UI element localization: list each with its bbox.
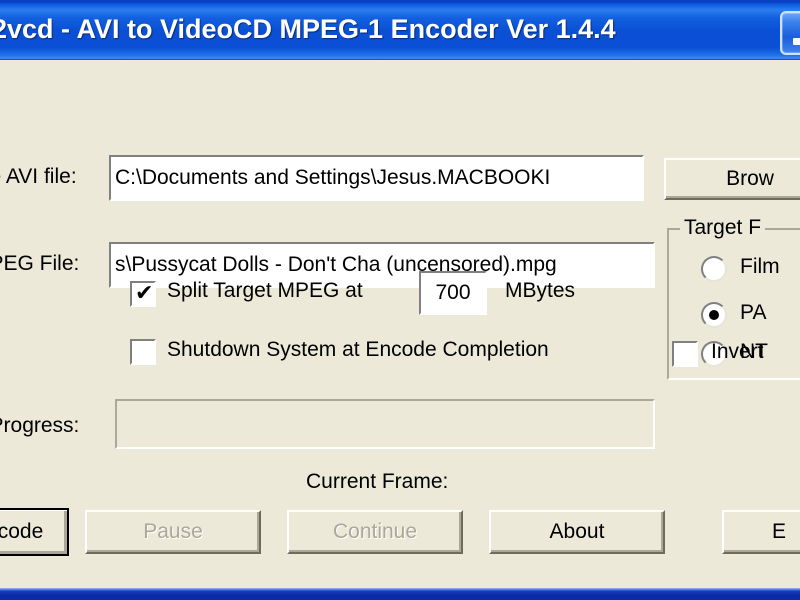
encode-progress-label: e Progress: — [0, 414, 80, 437]
split-target-checkbox[interactable]: ✔ — [130, 281, 156, 307]
split-target-label: Split Target MPEG at — [167, 279, 363, 302]
source-avi-input[interactable]: C:\Documents and Settings\Jesus.MACBOOKI — [109, 155, 644, 201]
continue-button: Continue — [287, 510, 463, 554]
exit-button[interactable]: E — [722, 510, 800, 554]
browse-source-button[interactable]: Brow — [664, 158, 800, 200]
source-avi-label: rce AVI file: — [0, 165, 77, 188]
window-title: 2vcd - AVI to VideoCD MPEG-1 Encoder Ver… — [0, 14, 616, 44]
pause-button: Pause — [85, 510, 261, 554]
target-mpeg-label: MPEG File: — [0, 252, 80, 275]
shutdown-label: Shutdown System at Encode Completion — [167, 338, 549, 361]
minimize-icon — [793, 38, 800, 45]
titlebar-button-group — [780, 11, 800, 55]
current-frame-label: Current Frame: — [306, 470, 449, 493]
split-size-input[interactable]: 700 — [419, 271, 487, 315]
split-size-units-label: MBytes — [505, 279, 576, 302]
invert-checkbox[interactable] — [672, 341, 698, 367]
invert-label: Invert — [711, 340, 764, 363]
window-bottom-frame — [0, 588, 800, 600]
encode-progress-bar — [115, 399, 655, 449]
radio-pal-label: PA — [740, 301, 767, 324]
encode-button[interactable]: code — [0, 508, 69, 556]
client-area: rce AVI file: C:\Documents and Settings\… — [0, 60, 800, 588]
about-button[interactable]: About — [489, 510, 665, 554]
checkmark-icon: ✔ — [135, 281, 154, 306]
shutdown-checkbox[interactable] — [130, 339, 156, 365]
minimize-button[interactable] — [780, 11, 800, 55]
title-bar[interactable]: 2vcd - AVI to VideoCD MPEG-1 Encoder Ver… — [0, 0, 800, 60]
radio-pal-selected-dot — [709, 310, 719, 320]
application-window: 2vcd - AVI to VideoCD MPEG-1 Encoder Ver… — [0, 0, 800, 600]
target-format-group-title: Target F — [680, 216, 766, 240]
radio-pal[interactable] — [701, 302, 727, 328]
radio-film[interactable] — [701, 256, 727, 282]
radio-film-label: Film — [740, 255, 780, 278]
